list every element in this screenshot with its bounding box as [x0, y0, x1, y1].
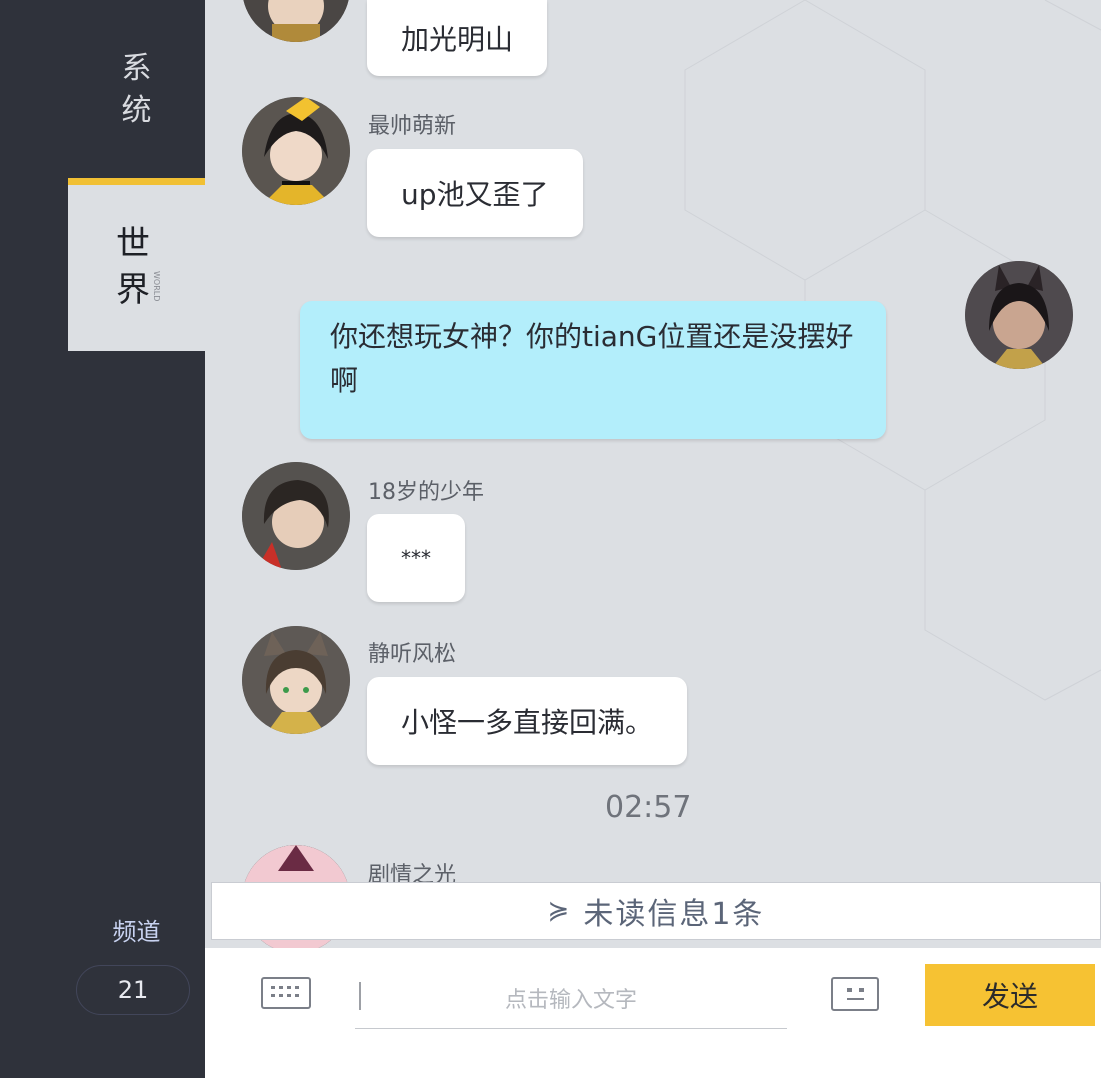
- unread-label: 未读信息1条: [583, 897, 765, 932]
- message-bubble: 加光明山: [367, 0, 548, 76]
- avatar[interactable]: [242, 97, 350, 205]
- message-text: 小怪一多直接回满。: [401, 706, 654, 739]
- time-divider: 02:57: [605, 790, 692, 825]
- my-message-bubble: 你还想玩女神？你的tianG位置还是没摆好啊: [300, 301, 886, 439]
- my-avatar[interactable]: [965, 261, 1073, 369]
- tab-system-char-1: 系: [121, 51, 152, 86]
- message-text: ***: [401, 546, 431, 570]
- sender-name: 18岁的少年: [368, 480, 484, 505]
- sender-name: 静听风松: [368, 642, 457, 667]
- message-input[interactable]: [355, 972, 787, 1029]
- unread-messages-button[interactable]: ≽ 未读信息1条: [211, 882, 1101, 940]
- avatar[interactable]: [242, 462, 350, 570]
- tab-world-char-2: 界: [116, 270, 150, 310]
- message-bubble: up池又歪了: [367, 149, 583, 237]
- sidebar: 系 统 世 界 WORLD 频道 21: [0, 0, 205, 1078]
- message-bubble: 小怪一多直接回满。: [367, 677, 688, 765]
- tab-system-label: 系 统: [68, 48, 205, 132]
- tab-world-label: 世 界: [116, 221, 150, 313]
- avatar[interactable]: [242, 626, 350, 734]
- keyboard-icon[interactable]: [261, 977, 311, 1009]
- sender-name: 最帅萌新: [368, 114, 457, 139]
- chat-area: 加光明山 最帅萌新 up池又歪了 你还想玩女神？你的tianG位置还是没摆好啊 …: [205, 0, 1101, 948]
- send-button[interactable]: 发送: [925, 964, 1095, 1026]
- tab-system[interactable]: 系 统: [68, 0, 205, 178]
- message-bubble: ***: [367, 514, 465, 602]
- tab-world-sublabel: WORLD: [152, 271, 161, 302]
- tab-system-char-2: 统: [121, 93, 152, 128]
- emoji-icon[interactable]: [831, 977, 879, 1011]
- chevron-down-icon: ≽: [547, 896, 572, 926]
- tab-world[interactable]: 世 界 WORLD: [68, 178, 205, 351]
- message-text: up池又歪了: [401, 178, 549, 211]
- tab-world-char-1: 世: [116, 224, 150, 264]
- channel-label: 频道: [112, 918, 161, 946]
- input-bar: 发送: [205, 948, 1101, 1078]
- channel-count-button[interactable]: 21: [76, 965, 190, 1015]
